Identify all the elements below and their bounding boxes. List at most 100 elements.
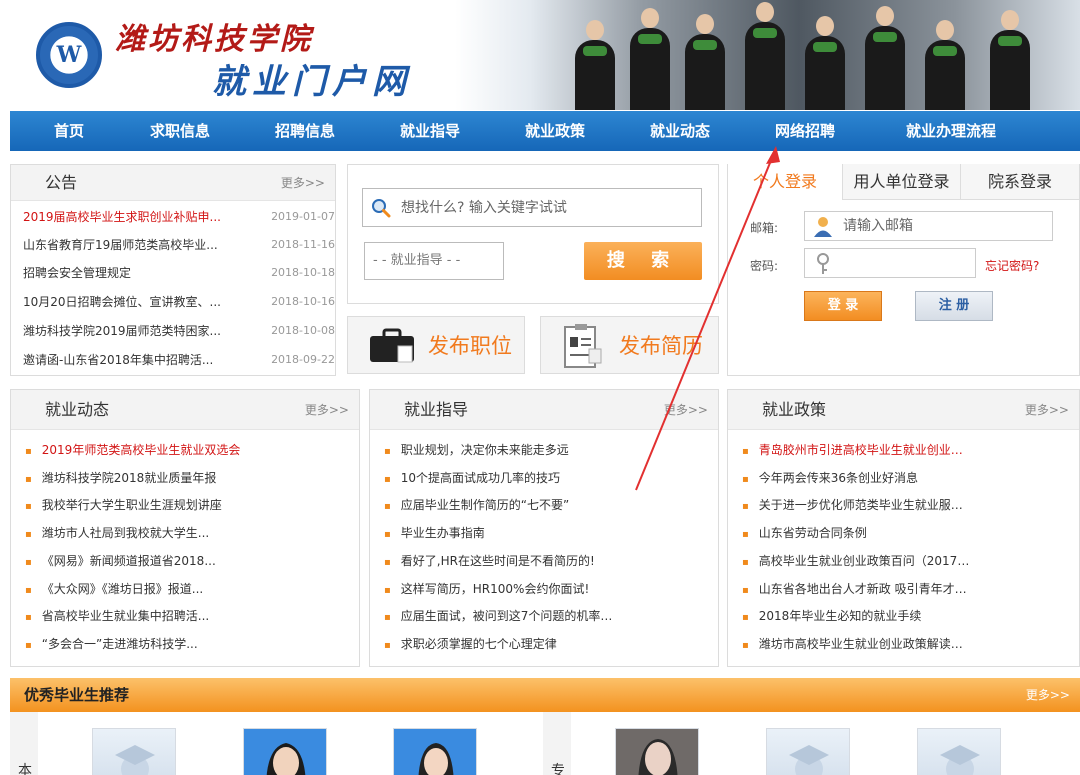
list-item[interactable]: 求职必须掌握的七个心理定律 bbox=[384, 634, 557, 654]
list-item[interactable]: 山东省劳动合同条例 bbox=[742, 523, 867, 543]
graduate-card[interactable] bbox=[917, 728, 1001, 775]
list-item[interactable]: 这样写简历，HR100%会约你面试! bbox=[384, 579, 589, 599]
notice-item[interactable]: 潍坊科技学院2019届师范类特困家... 2018-10-08 bbox=[23, 321, 335, 341]
list-item[interactable]: 2018年毕业生必知的就业手续 bbox=[742, 606, 922, 626]
email-field[interactable] bbox=[804, 211, 1053, 241]
notice-item[interactable]: 山东省教育厅19届师范类高校毕业... 2018-11-16 bbox=[23, 235, 335, 255]
graduates-banner-photo bbox=[455, 0, 1080, 110]
notice-item[interactable]: 招聘会安全管理规定 2018-10-18 bbox=[23, 263, 335, 283]
employment-news-panel: 就业动态 更多>> 2019年师范类高校毕业生就业双选会 潍坊科技学院2018就… bbox=[10, 389, 360, 667]
school-name: 潍坊科技学院 bbox=[115, 22, 313, 57]
featured-graduates-more-link[interactable]: 更多>> bbox=[1026, 678, 1070, 712]
graduate-card[interactable] bbox=[615, 728, 699, 775]
graduate-photo bbox=[638, 739, 678, 775]
notice-more-link[interactable]: 更多>> bbox=[281, 165, 325, 201]
category-select[interactable]: - - 就业指导 - - bbox=[364, 242, 504, 280]
email-input[interactable] bbox=[843, 212, 1043, 240]
featured-side-tab-right[interactable]: 专 bbox=[543, 712, 571, 775]
list-item[interactable]: 潍坊科技学院2018就业质量年报 bbox=[25, 468, 217, 488]
site-header: W 潍坊科技学院 就业门户网 bbox=[0, 0, 1080, 110]
notice-item[interactable]: 邀请函-山东省2018年集中招聘活... 2018-09-22 bbox=[23, 350, 335, 370]
graduate-placeholder-icon bbox=[789, 745, 829, 775]
search-input[interactable] bbox=[401, 189, 691, 226]
nav-policy[interactable]: 就业政策 bbox=[515, 111, 595, 151]
user-icon bbox=[814, 217, 832, 237]
nav-process[interactable]: 就业办理流程 bbox=[890, 111, 1012, 151]
list-item[interactable]: 高校毕业生就业创业政策百问（2017… bbox=[742, 551, 970, 571]
list-item[interactable]: 2019年师范类高校毕业生就业双选会 bbox=[25, 440, 241, 460]
graduate-placeholder-icon bbox=[115, 745, 155, 775]
list-item[interactable]: 《大众网》《潍坊日报》报道... bbox=[25, 579, 203, 599]
search-box bbox=[362, 188, 702, 227]
list-item[interactable]: 10个提高面试成功几率的技巧 bbox=[384, 468, 560, 488]
post-job-button[interactable]: 发布职位 bbox=[347, 316, 525, 374]
post-resume-button[interactable]: 发布简历 bbox=[540, 316, 719, 374]
email-label: 邮箱: bbox=[750, 221, 779, 235]
tab-department-login[interactable]: 院系登录 bbox=[960, 164, 1079, 200]
notice-title: 公告 bbox=[45, 173, 78, 192]
tab-personal-login[interactable]: 个人登录 bbox=[728, 164, 842, 200]
notice-panel: 公告 更多>> 2019届高校毕业生求职创业补贴申... 2019-01-07 山… bbox=[10, 164, 336, 376]
password-label: 密码: bbox=[750, 259, 779, 273]
graduate-placeholder-icon bbox=[940, 745, 980, 775]
list-item[interactable]: 潍坊市人社局到我校就大学生... bbox=[25, 523, 209, 543]
login-button[interactable]: 登 录 bbox=[804, 291, 882, 321]
side-tab-label: 专 bbox=[551, 763, 565, 775]
password-field[interactable] bbox=[804, 248, 976, 278]
school-logo[interactable]: W bbox=[36, 22, 102, 88]
search-panel bbox=[347, 164, 719, 304]
nav-news[interactable]: 就业动态 bbox=[640, 111, 720, 151]
nav-online-recruitment[interactable]: 网络招聘 bbox=[765, 111, 845, 151]
list-item[interactable]: 山东省各地出台人才新政 吸引青年才… bbox=[742, 579, 967, 599]
resume-icon bbox=[564, 324, 602, 368]
employment-guidance-more-link[interactable]: 更多>> bbox=[664, 390, 708, 430]
list-item[interactable]: 应届毕业生制作简历的“七不要” bbox=[384, 495, 569, 515]
nav-home[interactable]: 首页 bbox=[40, 111, 98, 151]
logo-letter: W bbox=[54, 40, 84, 70]
notice-item[interactable]: 10月20日招聘会摊位、宣讲教室、... 2018-10-16 bbox=[23, 292, 335, 312]
list-item[interactable]: 省高校毕业生就业集中招聘活... bbox=[25, 606, 209, 626]
side-tab-label: 本 bbox=[18, 763, 32, 775]
key-icon bbox=[817, 253, 829, 274]
notice-item[interactable]: 2019届高校毕业生求职创业补贴申... 2019-01-07 bbox=[23, 207, 335, 227]
register-button[interactable]: 注 册 bbox=[915, 291, 993, 321]
forgot-password-link[interactable]: 忘记密码? bbox=[985, 257, 1039, 274]
list-item[interactable]: 潍坊市高校毕业生就业创业政策解读… bbox=[742, 634, 963, 654]
password-input[interactable] bbox=[843, 249, 973, 277]
employment-policy-panel: 就业政策 更多>> 青岛胶州市引进高校毕业生就业创业… 今年两会传来36条创业好… bbox=[727, 389, 1080, 667]
list-item[interactable]: “多会合一”走进潍坊科技学... bbox=[25, 634, 198, 654]
list-item[interactable]: 我校举行大学生职业生涯规划讲座 bbox=[25, 495, 222, 515]
post-resume-label: 发布简历 bbox=[619, 334, 703, 358]
list-item[interactable]: 应届生面试，被问到这7个问题的机率… bbox=[384, 606, 613, 626]
post-job-label: 发布职位 bbox=[428, 334, 512, 358]
employment-guidance-panel: 就业指导 更多>> 职业规划，决定你未来能走多远 10个提高面试成功几率的技巧 … bbox=[369, 389, 719, 667]
list-item[interactable]: 看好了,HR在这些时间是不看简历的! bbox=[384, 551, 595, 571]
list-item[interactable]: 职业规划，决定你未来能走多远 bbox=[384, 440, 569, 460]
briefcase-icon bbox=[370, 328, 414, 363]
graduate-card[interactable] bbox=[393, 728, 477, 775]
graduate-photo bbox=[418, 743, 454, 775]
featured-graduates-title: 优秀毕业生推荐 bbox=[24, 686, 130, 704]
list-item[interactable]: 关于进一步优化师范类毕业生就业服… bbox=[742, 495, 963, 515]
featured-graduates-header: 优秀毕业生推荐 更多>> bbox=[10, 678, 1080, 712]
main-nav: 首页 求职信息 招聘信息 就业指导 就业政策 就业动态 网络招聘 就业办理流程 bbox=[10, 111, 1080, 151]
nav-recruitment[interactable]: 招聘信息 bbox=[265, 111, 345, 151]
employment-news-more-link[interactable]: 更多>> bbox=[305, 390, 349, 430]
nav-job-seeking[interactable]: 求职信息 bbox=[140, 111, 220, 151]
search-icon bbox=[372, 199, 391, 218]
employment-news-title: 就业动态 bbox=[45, 400, 110, 419]
featured-side-tab-left[interactable]: 本 bbox=[10, 712, 38, 775]
graduate-card[interactable] bbox=[92, 728, 176, 775]
search-button[interactable]: 搜 索 bbox=[584, 242, 702, 280]
tab-employer-login[interactable]: 用人单位登录 bbox=[842, 164, 960, 200]
graduate-card[interactable] bbox=[766, 728, 850, 775]
list-item[interactable]: 毕业生办事指南 bbox=[384, 523, 485, 543]
graduate-card[interactable] bbox=[243, 728, 327, 775]
employment-policy-more-link[interactable]: 更多>> bbox=[1025, 390, 1069, 430]
portal-name: 就业门户网 bbox=[212, 62, 412, 102]
list-item[interactable]: 青岛胶州市引进高校毕业生就业创业… bbox=[742, 440, 963, 460]
nav-guidance[interactable]: 就业指导 bbox=[390, 111, 470, 151]
graduate-photo bbox=[266, 743, 306, 775]
list-item[interactable]: 《网易》新闻频道报道省2018... bbox=[25, 551, 216, 571]
list-item[interactable]: 今年两会传来36条创业好消息 bbox=[742, 468, 918, 488]
